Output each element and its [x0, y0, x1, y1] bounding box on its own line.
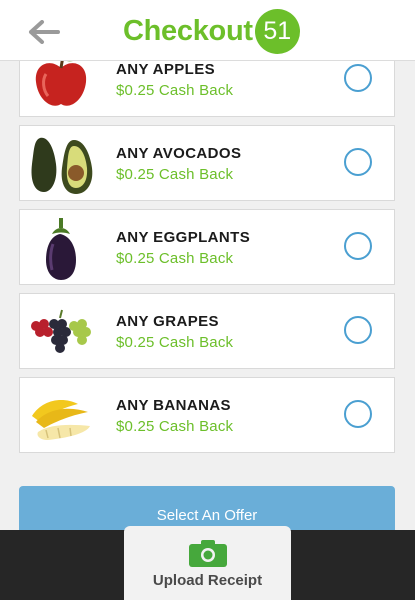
- offer-radio[interactable]: [344, 316, 372, 344]
- offer-card-avocados[interactable]: ANY AVOCADOS $0.25 Cash Back: [19, 125, 395, 201]
- eggplant-icon: [46, 218, 76, 280]
- checkout51-logo: Checkout 51: [123, 8, 300, 54]
- upload-receipt-button[interactable]: Upload Receipt: [124, 526, 291, 600]
- offer-card-eggplants[interactable]: ANY EGGPLANTS $0.25 Cash Back: [19, 209, 395, 285]
- offer-name: ANY GRAPES: [116, 313, 219, 330]
- avocado-icon: [31, 137, 93, 194]
- offer-card-bananas[interactable]: ANY BANANAS $0.25 Cash Back: [19, 377, 395, 453]
- offer-cash-back: $0.25 Cash Back: [116, 82, 234, 99]
- offer-radio[interactable]: [344, 400, 372, 428]
- offer-name: ANY AVOCADOS: [116, 145, 242, 162]
- app-header: Checkout 51: [0, 0, 415, 61]
- arrow-left-icon: [29, 20, 60, 44]
- grapes-icon: [31, 309, 91, 353]
- offer-cash-back: $0.25 Cash Back: [116, 334, 234, 351]
- offer-radio[interactable]: [344, 64, 372, 92]
- back-button[interactable]: [26, 14, 62, 50]
- upload-receipt-label: Upload Receipt: [152, 572, 263, 589]
- camera-icon: [189, 540, 227, 567]
- offer-radio[interactable]: [344, 232, 372, 260]
- offer-card-grapes[interactable]: ANY GRAPES $0.25 Cash Back: [19, 293, 395, 369]
- offer-name: ANY APPLES: [116, 61, 216, 78]
- offer-name: ANY EGGPLANTS: [116, 229, 251, 246]
- offer-name: ANY BANANAS: [116, 397, 231, 414]
- bananas-icon: [32, 400, 90, 440]
- logo-badge: 51: [254, 8, 300, 54]
- offer-cash-back: $0.25 Cash Back: [116, 418, 234, 435]
- offer-cash-back: $0.25 Cash Back: [116, 250, 234, 267]
- offer-cash-back: $0.25 Cash Back: [116, 166, 234, 183]
- logo-text: Checkout: [123, 14, 253, 47]
- offer-radio[interactable]: [344, 148, 372, 176]
